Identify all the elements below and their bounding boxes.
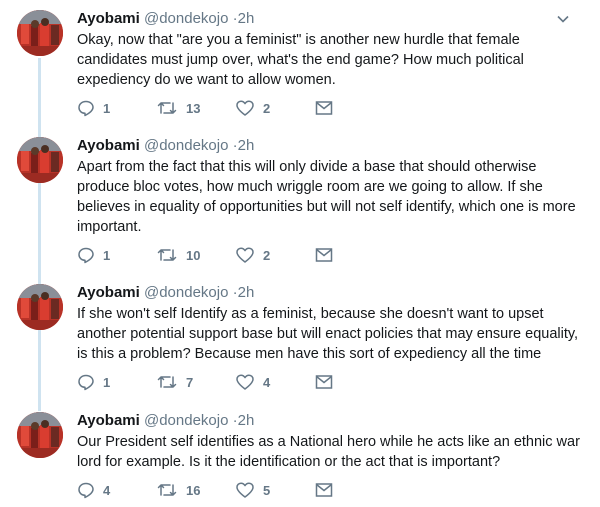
reply-count: 1 — [103, 374, 111, 390]
retweet-icon — [157, 376, 177, 388]
like-icon — [236, 374, 254, 390]
retweet-count: 7 — [186, 374, 194, 390]
like-count: 5 — [263, 482, 271, 498]
retweet-count: 10 — [186, 247, 201, 263]
retweet-count: 13 — [186, 100, 201, 116]
reply-icon — [78, 247, 94, 264]
reply-button[interactable]: 1 — [77, 98, 110, 118]
retweet-button[interactable]: 16 — [156, 480, 200, 500]
like-button[interactable]: 4 — [235, 372, 270, 392]
author-name[interactable]: Ayobami — [77, 10, 140, 27]
like-count: 2 — [263, 100, 271, 116]
like-button[interactable]: 5 — [235, 480, 270, 500]
tweet-header: Ayobami @dondekojo ·2h — [77, 284, 254, 302]
retweet-button[interactable]: 13 — [156, 98, 200, 118]
direct-message-button[interactable] — [315, 372, 333, 392]
direct-message-icon — [315, 101, 333, 115]
tweet-actions: 4 16 5 — [77, 480, 397, 500]
tweet-header: Ayobami @dondekojo ·2h — [77, 10, 254, 28]
reply-button[interactable]: 1 — [77, 372, 110, 392]
chevron-down-icon[interactable] — [556, 12, 570, 26]
reply-count: 4 — [103, 482, 111, 498]
retweet-icon — [157, 484, 177, 496]
retweet-icon — [157, 249, 177, 261]
author-handle[interactable]: @dondekojo — [144, 10, 228, 27]
author-handle[interactable]: @dondekojo — [144, 284, 228, 301]
tweet-text: Apart from the fact that this will only … — [77, 159, 576, 235]
like-count: 4 — [263, 374, 271, 390]
reply-icon — [78, 100, 94, 117]
reply-icon — [78, 374, 94, 391]
tweet-header: Ayobami @dondekojo ·2h — [77, 137, 254, 155]
retweet-button[interactable]: 7 — [156, 372, 193, 392]
like-button[interactable]: 2 — [235, 98, 270, 118]
author-name[interactable]: Ayobami — [77, 284, 140, 301]
reply-count: 1 — [103, 100, 111, 116]
direct-message-button[interactable] — [315, 245, 333, 265]
tweet-actions: 1 7 4 — [77, 372, 397, 392]
author-name[interactable]: Ayobami — [77, 137, 140, 154]
timestamp[interactable]: 2h — [238, 412, 255, 429]
direct-message-icon — [315, 375, 333, 389]
reply-button[interactable]: 4 — [77, 480, 110, 500]
tweet-header: Ayobami @dondekojo ·2h — [77, 412, 254, 430]
direct-message-icon — [315, 483, 333, 497]
retweet-count: 16 — [186, 482, 201, 498]
direct-message-icon — [315, 248, 333, 262]
reply-count: 1 — [103, 247, 111, 263]
retweet-button[interactable]: 10 — [156, 245, 200, 265]
author-name[interactable]: Ayobami — [77, 412, 140, 429]
thread-connector-line — [38, 58, 41, 411]
timestamp[interactable]: 2h — [238, 137, 255, 154]
like-icon — [236, 482, 254, 498]
like-button[interactable]: 2 — [235, 245, 270, 265]
retweet-icon — [157, 102, 177, 114]
like-icon — [236, 247, 254, 263]
tweet-thread: Ayobami @dondekojo ·2h Okay, now that "a… — [0, 0, 600, 507]
like-count: 2 — [263, 247, 271, 263]
direct-message-button[interactable] — [315, 480, 333, 500]
avatar[interactable] — [17, 412, 63, 458]
tweet-text: Our President self identifies as a Natio… — [77, 434, 580, 470]
tweet-actions: 1 10 2 — [77, 245, 397, 265]
timestamp[interactable]: 2h — [238, 284, 255, 301]
like-icon — [236, 100, 254, 116]
author-handle[interactable]: @dondekojo — [144, 412, 228, 429]
reply-button[interactable]: 1 — [77, 245, 110, 265]
tweet-actions: 1 13 2 — [77, 98, 397, 118]
timestamp[interactable]: 2h — [238, 10, 255, 27]
avatar[interactable] — [17, 10, 63, 56]
tweet-text: If she won't self Identify as a feminist… — [77, 306, 579, 362]
author-handle[interactable]: @dondekojo — [144, 137, 228, 154]
avatar[interactable] — [17, 137, 63, 183]
avatar[interactable] — [17, 284, 63, 330]
tweet-text: Okay, now that "are you a feminist" is a… — [77, 32, 524, 88]
direct-message-button[interactable] — [315, 98, 333, 118]
reply-icon — [78, 482, 94, 499]
